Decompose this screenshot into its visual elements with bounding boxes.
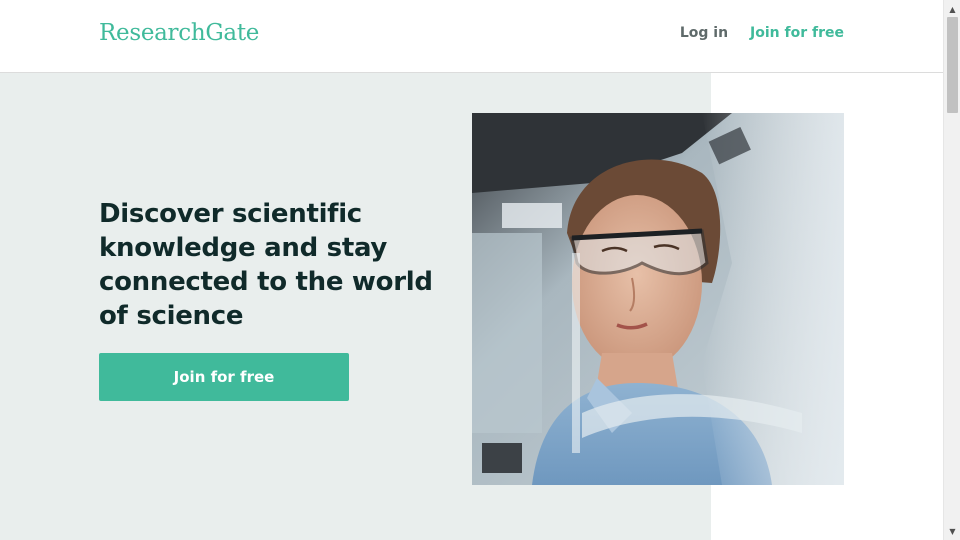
- hero-image: [472, 113, 844, 485]
- header-nav: Log in Join for free: [680, 25, 844, 41]
- researchgate-logo[interactable]: ResearchGate: [99, 20, 259, 46]
- scroll-down-icon[interactable]: ▼: [944, 524, 960, 538]
- join-link[interactable]: Join for free: [750, 25, 844, 41]
- hero-headline: Discover scientific knowledge and stay c…: [99, 199, 433, 331]
- researcher-photo-illustration: [472, 113, 844, 485]
- login-link[interactable]: Log in: [680, 25, 728, 41]
- scroll-thumb[interactable]: [947, 17, 958, 113]
- page-scrollbar[interactable]: ▲ ▼: [943, 0, 960, 540]
- join-for-free-button[interactable]: Join for free: [99, 353, 349, 401]
- scroll-up-icon[interactable]: ▲: [944, 2, 960, 16]
- site-header: ResearchGate Log in Join for free: [0, 0, 943, 73]
